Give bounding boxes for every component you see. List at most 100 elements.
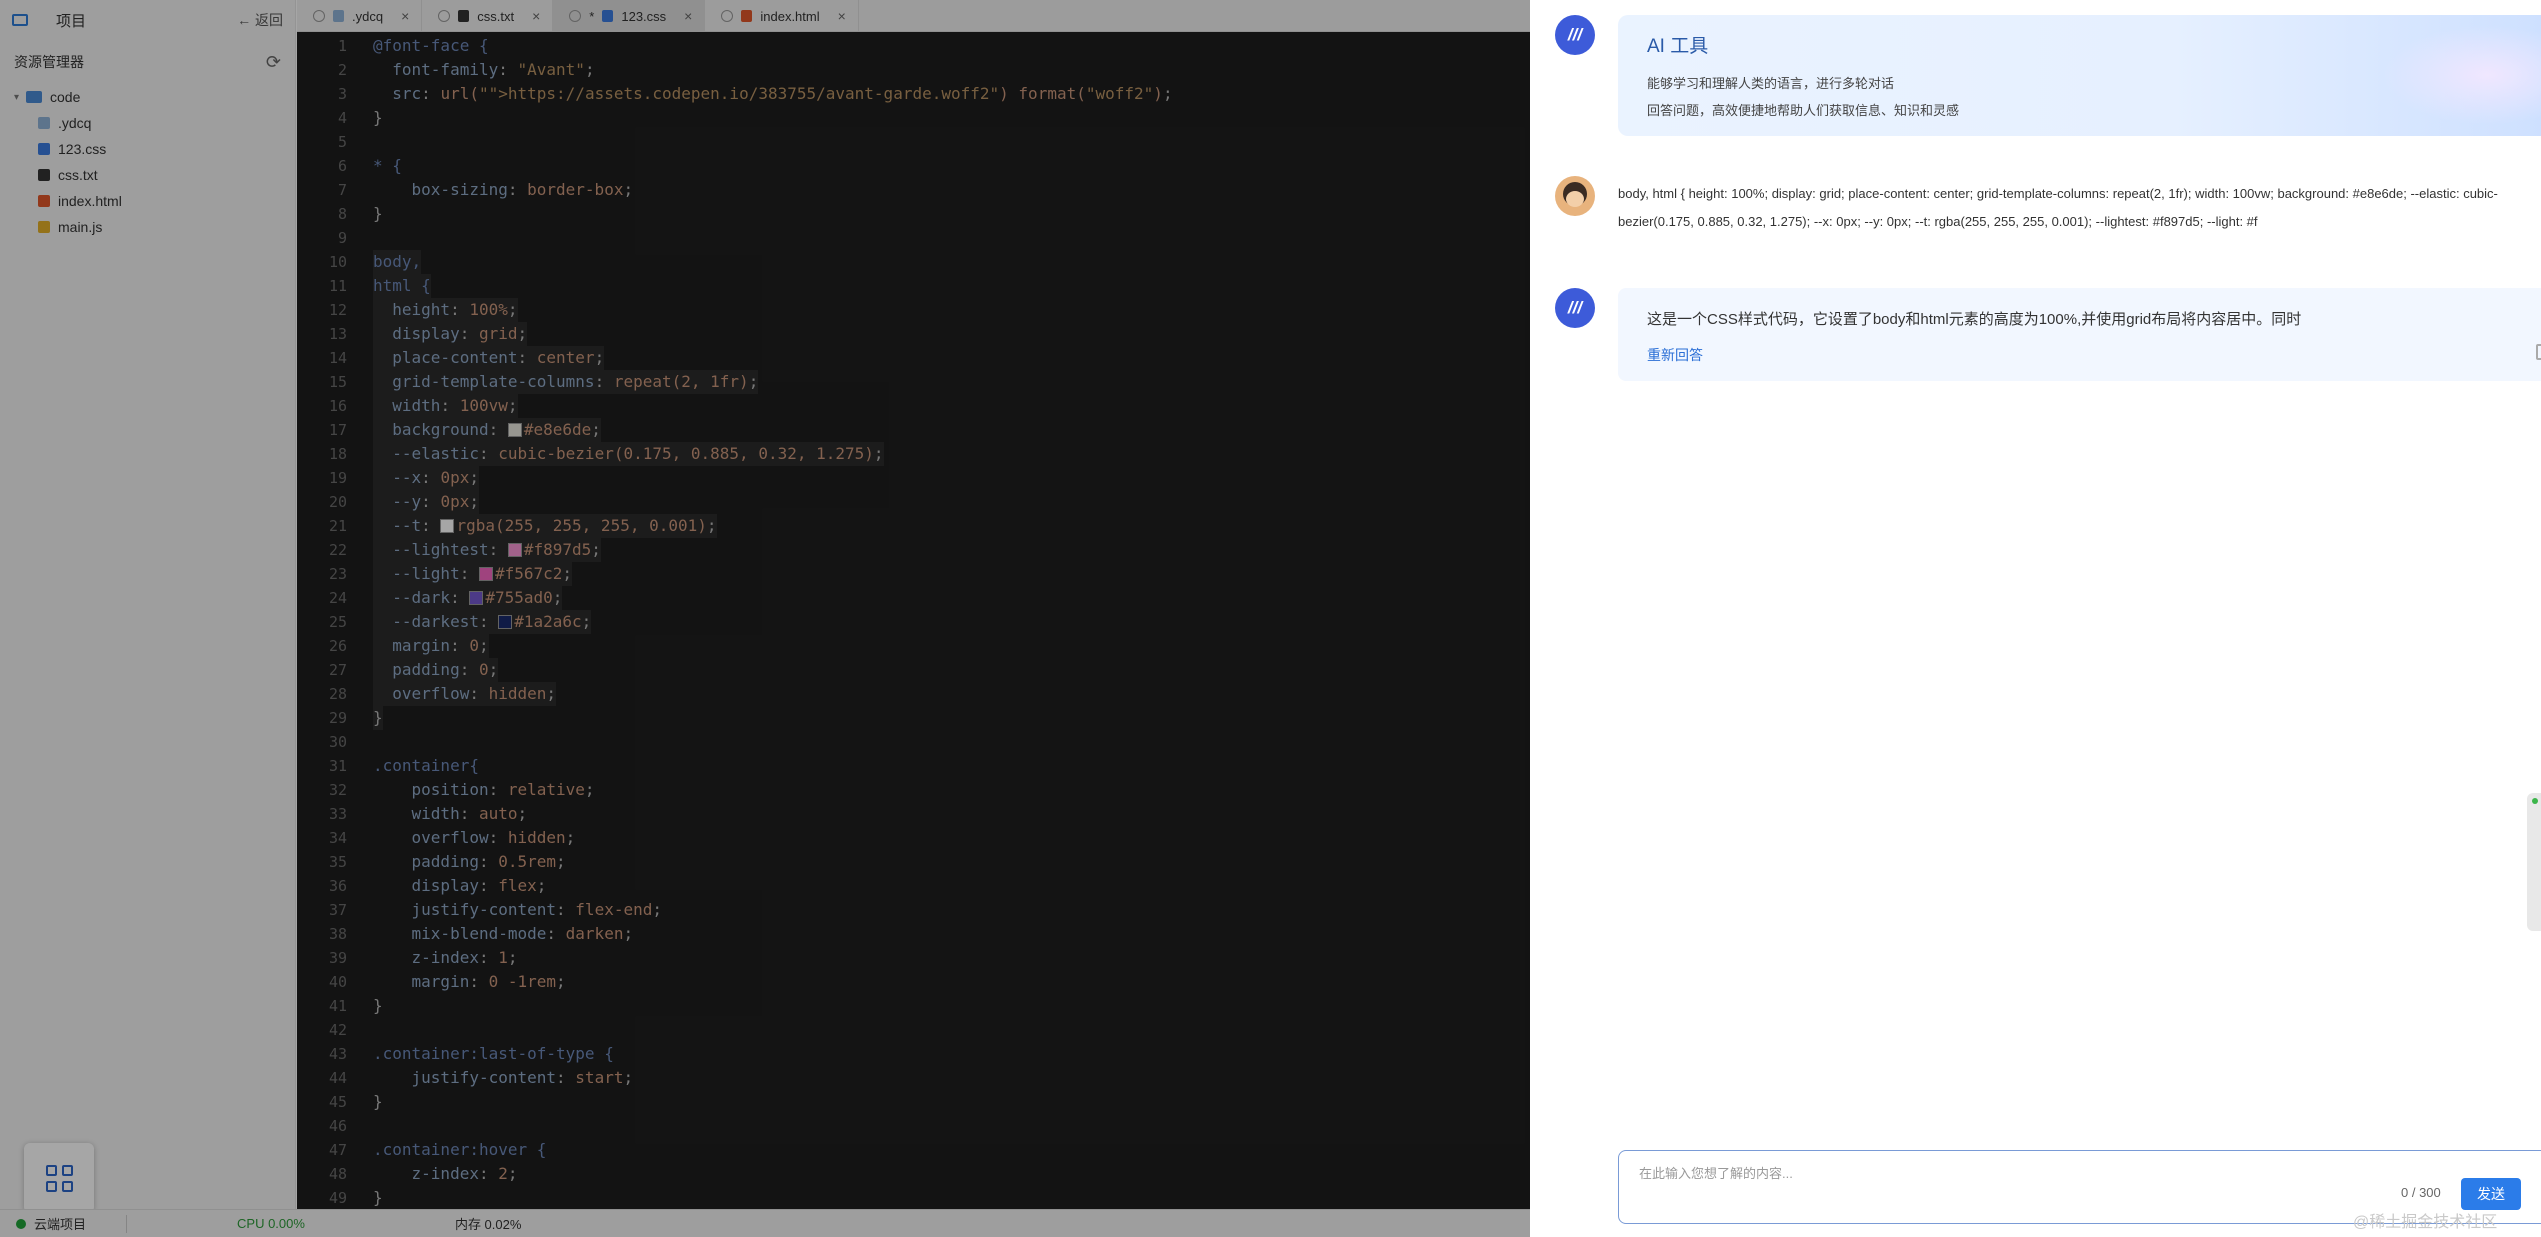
file-label: 123.css: [58, 141, 107, 157]
code-line[interactable]: }: [373, 706, 383, 730]
code-line[interactable]: margin: 0;: [373, 634, 489, 658]
close-icon[interactable]: ×: [684, 8, 692, 24]
line-number: 34: [328, 829, 347, 847]
code-line[interactable]: width: 100vw;: [373, 394, 518, 418]
watermark: @稀土掘金技术社区: [2353, 1214, 2498, 1231]
code-line[interactable]: --light: #f567c2;: [373, 562, 573, 586]
line-number: 43: [328, 1045, 347, 1063]
code-line[interactable]: }: [373, 202, 383, 226]
code-line[interactable]: font-family: "Avant";: [373, 58, 594, 82]
line-number: 4: [337, 109, 347, 127]
code-line[interactable]: background: #e8e6de;: [373, 418, 601, 442]
status-memory: 内存 0.02%: [454, 1217, 522, 1232]
code-line[interactable]: }: [373, 994, 383, 1018]
code-line[interactable]: .container:last-of-type {: [373, 1042, 614, 1066]
txt-file-icon: [458, 10, 470, 22]
code-line[interactable]: justify-content: start;: [373, 1066, 634, 1090]
code-line[interactable]: --elastic: cubic-bezier(0.175, 0.885, 0.…: [373, 442, 884, 466]
user-avatar: [1555, 176, 1595, 216]
tab-css[interactable]: * 123.css ×: [553, 0, 706, 32]
back-button[interactable]: ← 返回: [237, 10, 283, 30]
ai-desc-1: 能够学习和理解人类的语言，进行多轮对话: [1647, 76, 1895, 91]
code-line[interactable]: --darkest: #1a2a6c;: [373, 610, 592, 634]
code-line[interactable]: padding: 0.5rem;: [373, 850, 566, 874]
explorer-header: 资源管理器 ⟳: [0, 40, 295, 84]
code-line[interactable]: .container:hover {: [373, 1138, 546, 1162]
code-line[interactable]: --x: 0px;: [373, 466, 479, 490]
side-float-handle[interactable]: [2527, 793, 2541, 931]
ai-panel: /// AI 工具 能够学习和理解人类的语言，进行多轮对话 回答问题，高效便捷地…: [1533, 0, 2541, 1237]
code-line[interactable]: position: relative;: [373, 778, 595, 802]
close-icon[interactable]: ×: [838, 8, 846, 24]
code-line[interactable]: display: grid;: [373, 322, 528, 346]
line-number: 9: [337, 229, 347, 247]
code-line[interactable]: margin: 0 -1rem;: [373, 970, 566, 994]
code-line[interactable]: height: 100%;: [373, 298, 518, 322]
code-line[interactable]: html {: [373, 274, 431, 298]
tree-file[interactable]: main.js: [0, 214, 295, 240]
regenerate-link[interactable]: 重新回答: [1647, 345, 1703, 365]
code-line[interactable]: body,: [373, 250, 422, 274]
code-line[interactable]: place-content: center;: [373, 346, 605, 370]
bot-reply-text: 这是一个CSS样式代码，它设置了body和html元素的高度为100%,并使用g…: [1647, 311, 2302, 328]
txt-file-icon: [38, 169, 50, 181]
status-bar: 云端项目 CPU 0.00% 内存 0.02%: [0, 1209, 1530, 1237]
code-line[interactable]: z-index: 1;: [373, 946, 518, 970]
code-line[interactable]: width: auto;: [373, 802, 528, 826]
line-number: 20: [328, 493, 347, 511]
tree-file[interactable]: .ydcq: [0, 110, 295, 136]
code-line[interactable]: --lightest: #f897d5;: [373, 538, 601, 562]
code-line[interactable]: .container{: [373, 754, 479, 778]
refresh-icon[interactable]: ⟳: [266, 52, 281, 73]
tree-file[interactable]: 123.css: [0, 136, 295, 162]
line-number: 32: [328, 781, 347, 799]
chat-input-placeholder[interactable]: 在此输入您想了解的内容...: [1639, 1163, 1793, 1182]
tab-label: index.html: [760, 8, 820, 24]
tab-txt[interactable]: css.txt ×: [422, 0, 554, 32]
code-line[interactable]: * {: [373, 154, 402, 178]
code-line[interactable]: padding: 0;: [373, 658, 499, 682]
code-line[interactable]: @font-face {: [373, 34, 489, 58]
line-number: 6: [337, 157, 347, 175]
code-line[interactable]: }: [373, 106, 383, 130]
code-line[interactable]: justify-content: flex-end;: [373, 898, 662, 922]
code-line[interactable]: src: url("">https://assets.codepen.io/38…: [373, 82, 1172, 106]
tab-label: css.txt: [477, 8, 515, 24]
copy-icon[interactable]: [2536, 344, 2541, 360]
code-line[interactable]: mix-blend-mode: darken;: [373, 922, 634, 946]
code-editor[interactable]: 1 2 3 4 5 6 7 8 9 10 11 12 13 14 15 16 17 18 19 20 21 22 23 24 2…: [297, 32, 1530, 1209]
tree-file[interactable]: index.html: [0, 188, 295, 214]
code-line[interactable]: z-index: 2;: [373, 1162, 518, 1186]
send-button[interactable]: 发送: [2461, 1178, 2521, 1210]
code-line[interactable]: box-sizing: border-box;: [373, 178, 634, 202]
line-number: 21: [328, 517, 347, 535]
line-number: 30: [328, 733, 347, 751]
code-line[interactable]: overflow: hidden;: [373, 682, 557, 706]
line-number: 41: [328, 997, 347, 1015]
line-gutter: 1 2 3 4 5 6 7 8 9 10 11 12 13 14 15 16 17 18 19 20 21 22 23 24 2…: [297, 32, 357, 1209]
tab-status-icon: [569, 10, 582, 22]
tree-file[interactable]: css.txt: [0, 162, 295, 188]
code-line[interactable]: --dark: #755ad0;: [373, 586, 563, 610]
code-line[interactable]: display: flex;: [373, 874, 547, 898]
css-file-icon: [38, 143, 50, 155]
code-line[interactable]: }: [373, 1090, 383, 1114]
code-line[interactable]: grid-template-columns: repeat(2, 1fr);: [373, 370, 759, 394]
html-file-icon: [741, 10, 753, 22]
code-line[interactable]: }: [373, 1186, 383, 1209]
app-grid-button[interactable]: [24, 1143, 94, 1213]
tab-status-icon: [721, 10, 734, 22]
close-icon[interactable]: ×: [401, 8, 409, 24]
tree-folder-code[interactable]: ▾ code: [0, 84, 295, 110]
tab-ydcq[interactable]: .ydcq ×: [297, 0, 423, 32]
code-line[interactable]: --t: rgba(255, 255, 255, 0.001);: [373, 514, 717, 538]
line-number: 25: [328, 613, 347, 631]
line-number: 22: [328, 541, 347, 559]
modified-mark: *: [589, 8, 595, 24]
line-number: 42: [328, 1021, 347, 1039]
code-line[interactable]: --y: 0px;: [373, 490, 479, 514]
close-icon[interactable]: ×: [532, 8, 540, 24]
code-line[interactable]: overflow: hidden;: [373, 826, 576, 850]
tab-html[interactable]: index.html ×: [705, 0, 859, 32]
app-root: 项目 ← 返回 资源管理器 ⟳ ▾ code .ydcq 123.css css.t…: [0, 0, 2541, 1237]
